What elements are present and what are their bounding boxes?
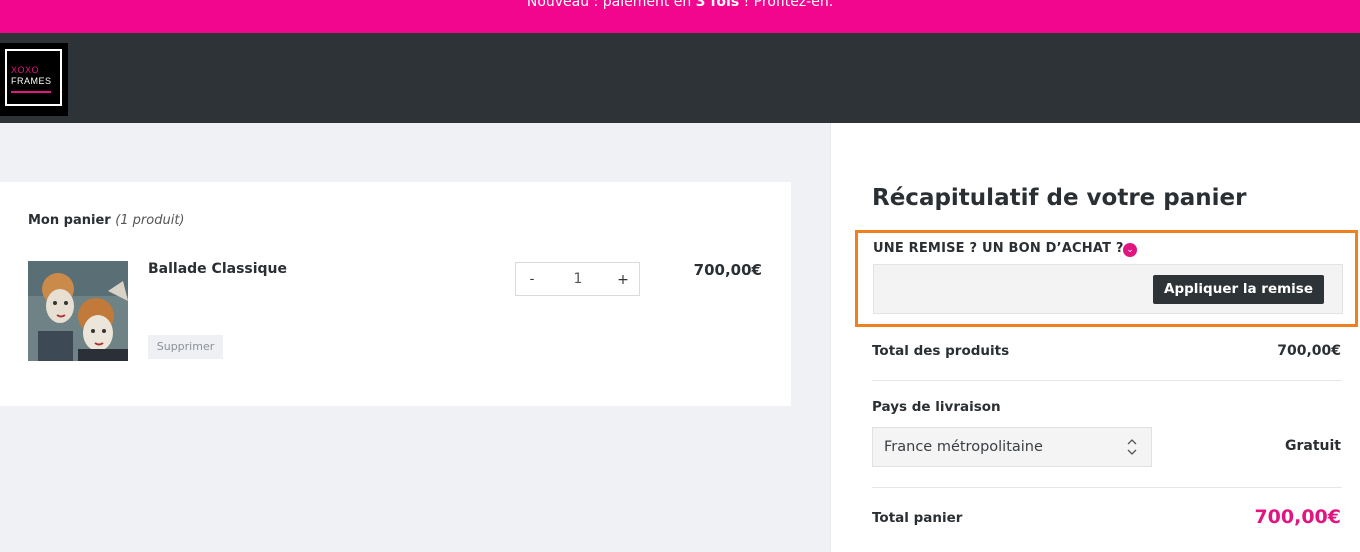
chevron-down-icon[interactable]: ⌄	[1123, 243, 1137, 257]
site-logo[interactable]: XOXO FRAMES	[0, 43, 68, 116]
logo-text-xoxo: XOXO	[11, 65, 40, 75]
discount-toggle-label[interactable]: UNE REMISE ? UN BON D’ACHAT ?	[873, 241, 1124, 256]
country-select[interactable]: France métropolitaine	[872, 427, 1152, 467]
promo-banner: Nouveau : paiement en 3 fois ! Profitez-…	[0, 0, 1360, 33]
select-arrows-icon	[1127, 439, 1137, 455]
products-total-label: Total des produits	[872, 343, 1010, 359]
summary-title: Récapitulatif de votre panier	[872, 185, 1247, 211]
logo-text-frames: FRAMES	[11, 76, 52, 86]
cart-title: Mon panier (1 produit)	[28, 213, 185, 228]
shipping-country-label: Pays de livraison	[872, 399, 1001, 415]
discount-code-field[interactable]: Appliquer la remise	[873, 264, 1343, 314]
products-total-value: 700,00€	[1277, 343, 1341, 359]
quantity-input[interactable]: 1	[548, 263, 608, 295]
site-header: XOXO FRAMES	[0, 33, 1360, 123]
product-thumbnail[interactable]	[28, 261, 128, 361]
shipping-cost: Gratuit	[1285, 438, 1341, 454]
logo-frame: XOXO FRAMES	[5, 49, 62, 106]
promo-text: Nouveau : paiement en 3 fois ! Profitez-…	[526, 0, 834, 10]
divider	[872, 487, 1342, 488]
item-price: 700,00€	[693, 261, 762, 279]
logo-underline	[11, 91, 51, 93]
increase-quantity-button[interactable]: +	[607, 263, 639, 295]
decrease-quantity-button[interactable]: -	[516, 263, 548, 295]
country-select-value: France métropolitaine	[884, 439, 1043, 455]
cart-count: (1 produit)	[115, 213, 185, 228]
cart-panel: Mon panier (1 produit) Ballade Classique…	[0, 182, 791, 406]
apply-discount-button[interactable]: Appliquer la remise	[1153, 275, 1324, 304]
delete-item-button[interactable]: Supprimer	[148, 335, 223, 359]
product-name[interactable]: Ballade Classique	[148, 261, 287, 277]
divider	[872, 380, 1342, 381]
quantity-stepper: - 1 +	[515, 262, 640, 296]
discount-section: UNE REMISE ? UN BON D’ACHAT ? ⌄ Applique…	[855, 230, 1358, 327]
cart-total-value: 700,00€	[1254, 506, 1341, 528]
cart-summary-panel: Récapitulatif de votre panier UNE REMISE…	[830, 123, 1360, 552]
cart-total-label: Total panier	[872, 510, 963, 526]
